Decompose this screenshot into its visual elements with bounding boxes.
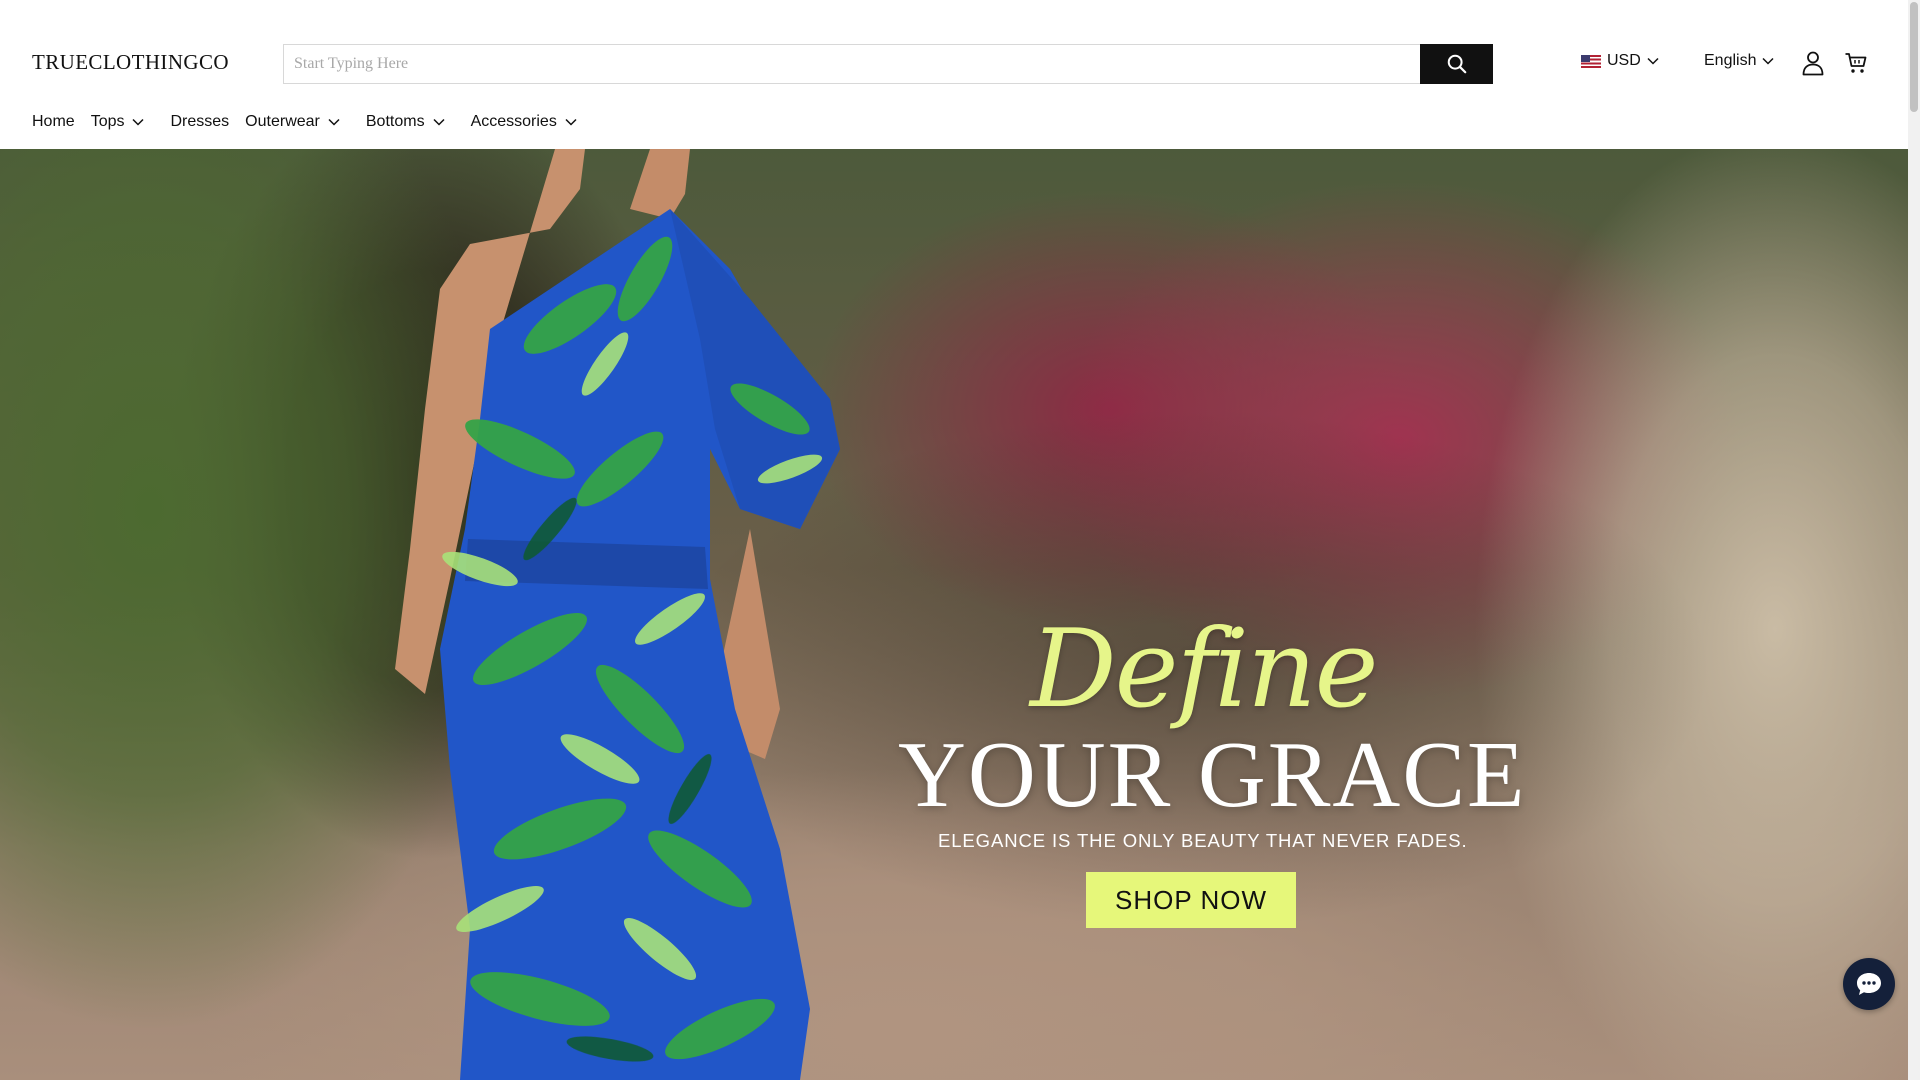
currency-selector[interactable]: USD	[1581, 52, 1659, 70]
chevron-down-icon	[1762, 57, 1775, 65]
site-header: TRUECLOTHINGCO USD English	[0, 0, 1908, 149]
nav-item-label: Dresses	[170, 113, 230, 130]
currency-label: USD	[1607, 52, 1641, 69]
nav-item-outerwear[interactable]: Outerwear	[245, 113, 340, 131]
nav-item-dresses[interactable]: Dresses	[170, 113, 229, 131]
chevron-down-icon	[433, 118, 445, 126]
shop-now-button[interactable]: SHOP NOW	[1086, 872, 1296, 928]
hero-title: YOUR GRACE	[898, 723, 1527, 827]
language-label: English	[1704, 52, 1757, 69]
language-selector[interactable]: English	[1704, 52, 1775, 70]
account-icon[interactable]	[1801, 50, 1825, 76]
search-button[interactable]	[1420, 44, 1493, 84]
nav-item-tops[interactable]: Tops	[91, 113, 145, 131]
search-bar	[283, 44, 1493, 84]
nav-item-label: Accessories	[470, 113, 557, 130]
nav-item-home[interactable]: Home	[32, 113, 75, 131]
page-scrollbar[interactable]	[1908, 0, 1920, 1080]
cart-icon[interactable]	[1844, 51, 1868, 75]
main-nav: Home Tops Dresses Outerwear Bottoms Acce…	[32, 113, 577, 131]
hero-shade	[0, 149, 1908, 1080]
chevron-down-icon	[565, 118, 577, 126]
us-flag-icon	[1581, 54, 1601, 68]
scrollbar-thumb[interactable]	[1910, 2, 1918, 112]
chat-icon	[1857, 973, 1881, 995]
hero-script-heading: Define	[1030, 607, 1378, 732]
nav-item-accessories[interactable]: Accessories	[471, 113, 577, 131]
site-logo[interactable]: TRUECLOTHINGCO	[32, 50, 229, 75]
nav-item-label: Outerwear	[245, 113, 320, 130]
nav-item-label: Home	[32, 113, 75, 130]
nav-item-label: Tops	[90, 113, 125, 130]
hero-banner: Define YOUR GRACE ELEGANCE IS THE ONLY B…	[0, 149, 1908, 1080]
hero-model-image	[395, 149, 840, 1080]
chat-button[interactable]	[1843, 958, 1895, 1010]
search-input[interactable]	[284, 45, 1419, 83]
chevron-down-icon	[132, 118, 145, 126]
hero-subtitle: ELEGANCE IS THE ONLY BEAUTY THAT NEVER F…	[938, 830, 1468, 851]
chevron-down-icon	[1647, 57, 1659, 65]
search-icon	[1447, 54, 1466, 74]
nav-item-label: Bottoms	[365, 113, 425, 130]
nav-item-bottoms[interactable]: Bottoms	[366, 113, 445, 131]
chevron-down-icon	[328, 118, 340, 126]
